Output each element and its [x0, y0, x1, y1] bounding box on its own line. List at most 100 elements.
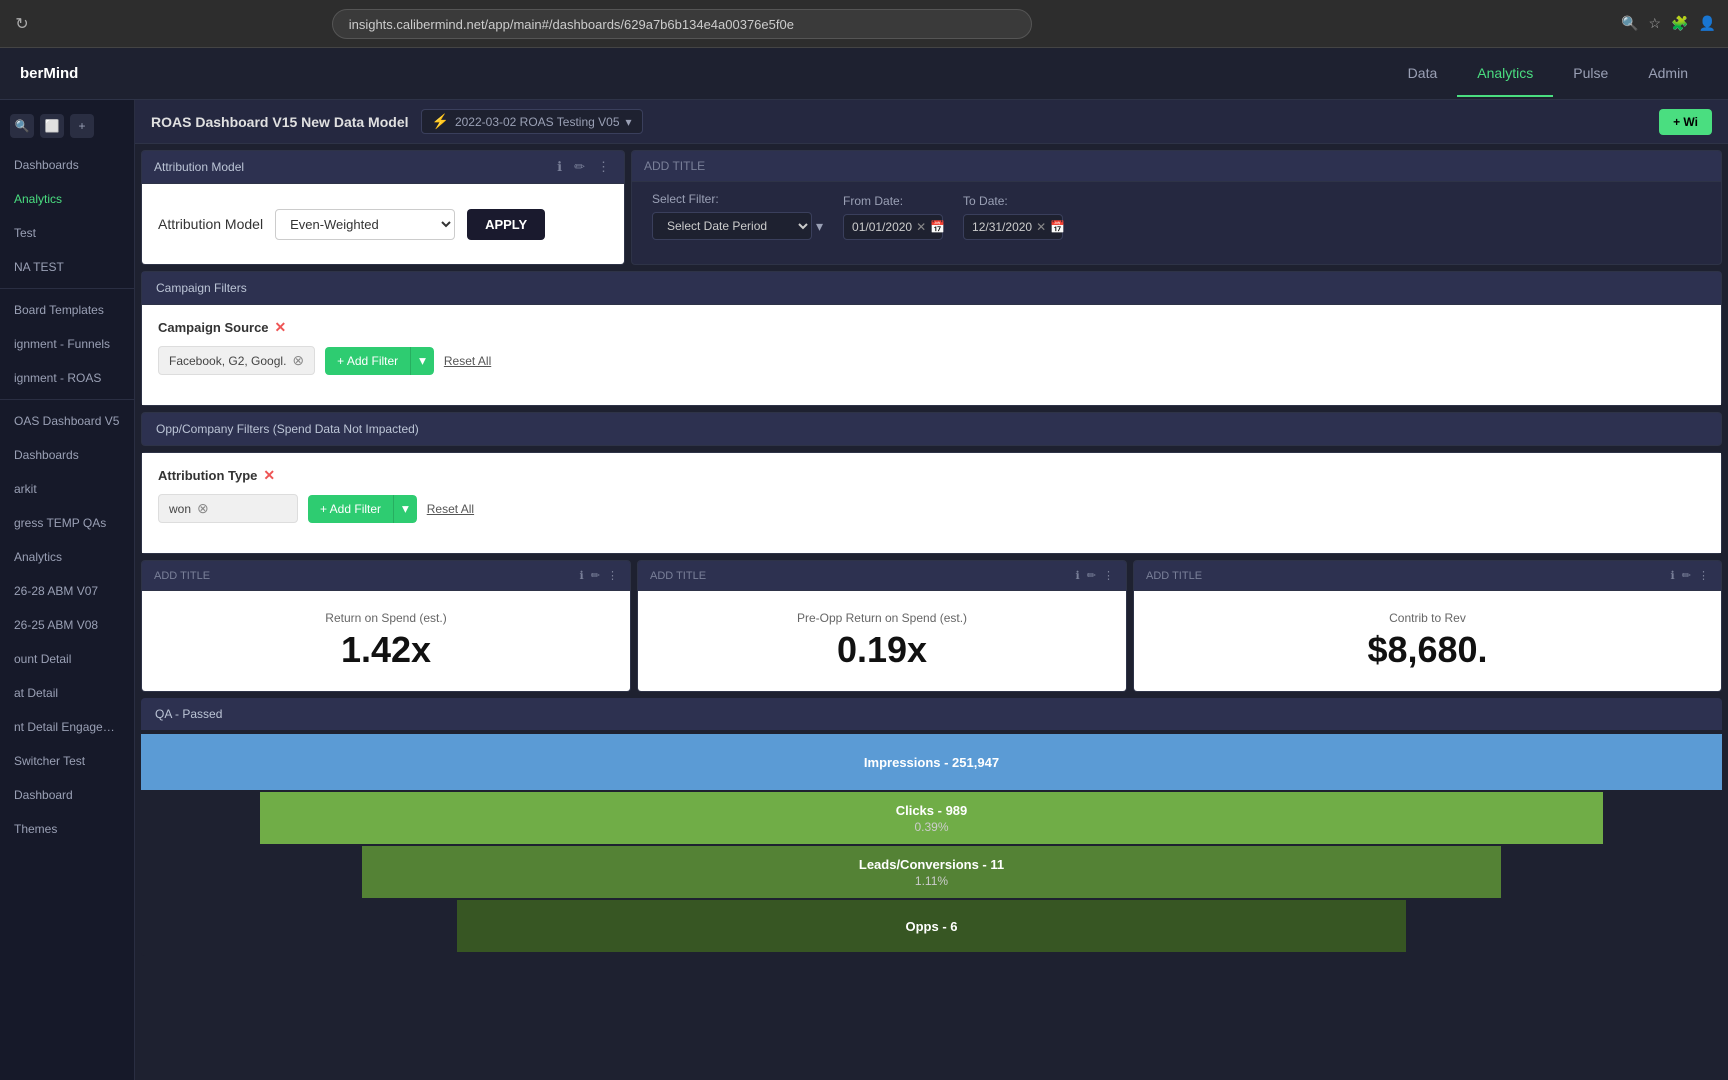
- sidebar-item-switcher[interactable]: Switcher Test: [0, 744, 134, 778]
- metric-1-header: ADD TITLE ℹ ✏ ⋮: [142, 561, 630, 591]
- chevron-down-icon[interactable]: ▾: [816, 218, 823, 235]
- more-icon-m1[interactable]: ⋮: [607, 570, 618, 582]
- more-icon-m2[interactable]: ⋮: [1103, 570, 1114, 582]
- clicks-bar-row: Clicks - 989 0.39%: [141, 790, 1722, 844]
- edit-icon-m2[interactable]: ✏: [1087, 570, 1096, 582]
- profile-icon[interactable]: 👤: [1699, 15, 1716, 32]
- sidebar-plus-btn[interactable]: +: [70, 114, 94, 138]
- add-filter-button[interactable]: + Add Filter: [325, 347, 410, 375]
- bookmark-icon[interactable]: ☆: [1649, 15, 1662, 32]
- campaign-chips-row: Facebook, G2, Googl. ⊗ + Add Filter ▾ Re…: [158, 346, 1705, 375]
- info-icon-m3[interactable]: ℹ: [1670, 570, 1674, 582]
- info-icon-m2[interactable]: ℹ: [1075, 570, 1079, 582]
- nav-item-pulse[interactable]: Pulse: [1553, 51, 1628, 97]
- add-title-panel: ADD TITLE Select Filter: Select Date Per…: [631, 150, 1722, 265]
- qa-section: QA - Passed Impressions - 251,947 Clicks: [141, 698, 1722, 956]
- apply-button[interactable]: APPLY: [467, 209, 545, 240]
- test-label: 2022-03-02 ROAS Testing V05: [455, 115, 620, 129]
- sidebar-item-dashboards[interactable]: Dashboards: [0, 148, 134, 182]
- from-date-group: From Date: 01/01/2020 ✕ 📅: [843, 194, 943, 240]
- filter-row: Select Filter: Select Date Period ▾: [632, 182, 1721, 250]
- filter-controls: Select Filter: Select Date Period ▾: [652, 192, 1701, 240]
- reload-icon[interactable]: ↻: [12, 14, 32, 34]
- metric-panel-3: ADD TITLE ℹ ✏ ⋮ Contrib to Rev $8,680.: [1133, 560, 1722, 692]
- nav-item-admin[interactable]: Admin: [1628, 51, 1708, 97]
- sidebar-item-oas-v5[interactable]: OAS Dashboard V5: [0, 404, 134, 438]
- sidebar-item-at-detail[interactable]: at Detail: [0, 676, 134, 710]
- to-date-input[interactable]: 12/31/2020 ✕ 📅: [963, 214, 1063, 240]
- from-date-input[interactable]: 01/01/2020 ✕ 📅: [843, 214, 943, 240]
- metric-2-icons: ℹ ✏ ⋮: [1075, 569, 1114, 582]
- metric-3-subtitle: Contrib to Rev: [1154, 611, 1701, 625]
- attribution-select[interactable]: Even-Weighted First-Touch Last-Touch Lin…: [275, 209, 455, 240]
- sidebar-add-btn[interactable]: ⬜: [40, 114, 64, 138]
- attr-chip-remove-btn[interactable]: ⊗: [197, 500, 209, 517]
- more-icon-m3[interactable]: ⋮: [1698, 570, 1709, 582]
- sidebar-item-dashboards2[interactable]: Dashboards: [0, 438, 134, 472]
- attr-add-filter-button[interactable]: + Add Filter: [308, 495, 393, 523]
- to-date-group: To Date: 12/31/2020 ✕ 📅: [963, 194, 1063, 240]
- sidebar-item-board-templates[interactable]: Board Templates: [0, 293, 134, 327]
- sidebar-item-themes[interactable]: Themes: [0, 812, 134, 846]
- sidebar-item-na-test[interactable]: NA TEST: [0, 250, 134, 284]
- sidebar-item-abm-v08[interactable]: 26-25 ABM V08: [0, 608, 134, 642]
- clear-from-icon[interactable]: ✕: [916, 220, 926, 234]
- impressions-bar: Impressions - 251,947: [141, 734, 1722, 790]
- metric-2-header: ADD TITLE ℹ ✏ ⋮: [638, 561, 1126, 591]
- metric-3-title: ADD TITLE: [1146, 570, 1202, 582]
- brand-logo: berMind: [20, 65, 78, 82]
- edit-icon[interactable]: ✏: [572, 159, 587, 175]
- date-period-select[interactable]: Select Date Period: [652, 212, 812, 240]
- attribution-model-content: Attribution Model Even-Weighted First-To…: [142, 184, 624, 264]
- remove-attr-type-btn[interactable]: ✕: [263, 467, 275, 484]
- clicks-label: Clicks - 989: [896, 803, 968, 818]
- metric-panel-1: ADD TITLE ℹ ✏ ⋮ Return on Spend (est.) 1…: [141, 560, 631, 692]
- calendar-to-icon[interactable]: 📅: [1050, 220, 1065, 234]
- sidebar-item-analytics[interactable]: Analytics: [0, 182, 134, 216]
- attribution-label: Attribution Model: [158, 216, 263, 232]
- sidebar-item-ount-detail[interactable]: ount Detail: [0, 642, 134, 676]
- attr-add-filter-dropdown-btn[interactable]: ▾: [393, 495, 417, 523]
- sidebar-item-roas[interactable]: ignment - ROAS: [0, 361, 134, 395]
- info-icon-m1[interactable]: ℹ: [579, 570, 583, 582]
- url-bar[interactable]: insights.calibermind.net/app/main#/dashb…: [332, 9, 1032, 39]
- attribution-panel-title: Attribution Model: [154, 160, 547, 174]
- chip-remove-btn[interactable]: ⊗: [292, 352, 304, 369]
- attribution-type-section: Attribution Type ✕ won ⊗ + Add Filter: [158, 467, 1705, 523]
- remove-campaign-source-btn[interactable]: ✕: [275, 319, 287, 336]
- sidebar-item-arkit[interactable]: arkit: [0, 472, 134, 506]
- clicks-pct: 0.39%: [914, 820, 948, 834]
- nav-item-analytics[interactable]: Analytics: [1457, 51, 1553, 97]
- clear-to-icon[interactable]: ✕: [1036, 220, 1046, 234]
- calendar-icon[interactable]: 📅: [930, 220, 945, 234]
- sidebar-item-gress[interactable]: gress TEMP QAs: [0, 506, 134, 540]
- add-title-header: ADD TITLE: [632, 151, 1721, 182]
- info-icon[interactable]: ℹ: [555, 159, 564, 175]
- top-panels-row: Attribution Model ℹ ✏ ⋮ Attribution Mode…: [141, 150, 1722, 265]
- from-date-label: From Date:: [843, 194, 943, 208]
- sidebar-item-test[interactable]: Test: [0, 216, 134, 250]
- sidebar-item-detail-engagement[interactable]: nt Detail Engagement: [0, 710, 134, 744]
- add-filter-dropdown-btn[interactable]: ▾: [410, 347, 434, 375]
- nav-item-data[interactable]: Data: [1388, 51, 1458, 97]
- sidebar-item-dashboard[interactable]: Dashboard: [0, 778, 134, 812]
- extensions-icon[interactable]: 🧩: [1671, 15, 1688, 32]
- search-icon[interactable]: 🔍: [1621, 15, 1638, 32]
- browser-chrome: ↻ insights.calibermind.net/app/main#/das…: [0, 0, 1728, 48]
- sidebar-item-analytics2[interactable]: Analytics: [0, 540, 134, 574]
- metric-1-value: 1.42x: [162, 629, 610, 671]
- edit-icon-m3[interactable]: ✏: [1682, 570, 1691, 582]
- edit-icon-m1[interactable]: ✏: [591, 570, 600, 582]
- attr-reset-all-button[interactable]: Reset All: [427, 502, 474, 516]
- metric-2-body: Pre-Opp Return on Spend (est.) 0.19x: [638, 591, 1126, 691]
- metric-panel-2: ADD TITLE ℹ ✏ ⋮ Pre-Opp Return on Spend …: [637, 560, 1127, 692]
- add-widget-button[interactable]: + Wi: [1659, 109, 1712, 135]
- attr-chips-row: won ⊗ + Add Filter ▾ Reset All: [158, 494, 1705, 523]
- search-icon-btn[interactable]: 🔍: [10, 114, 34, 138]
- sidebar-item-abm-v07[interactable]: 26-28 ABM V07: [0, 574, 134, 608]
- test-badge[interactable]: ⚡ 2022-03-02 ROAS Testing V05 ▾: [421, 109, 643, 134]
- more-icon[interactable]: ⋮: [595, 159, 612, 175]
- reset-all-button[interactable]: Reset All: [444, 354, 491, 368]
- impressions-label: Impressions - 251,947: [864, 755, 999, 770]
- sidebar-item-funnels[interactable]: ignment - Funnels: [0, 327, 134, 361]
